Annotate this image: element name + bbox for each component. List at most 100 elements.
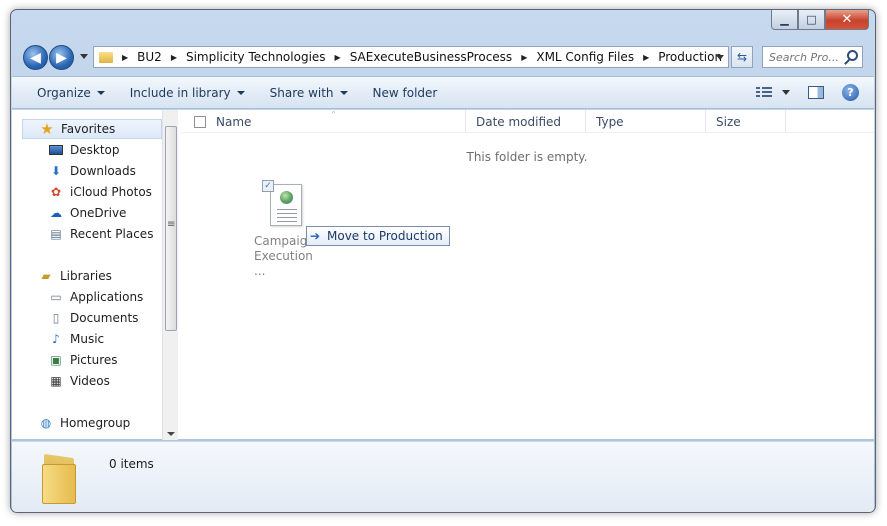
command-bar: Organize Include in library Share with N… [12, 76, 874, 109]
toolbar-right: ? [756, 77, 874, 108]
column-name[interactable]: Name ⌃ [180, 110, 466, 133]
select-all-checkbox[interactable] [194, 115, 206, 128]
crumb-root-arrow[interactable]: ▶ [119, 53, 137, 62]
view-options-dropdown[interactable] [782, 90, 790, 95]
file-name-line2: Execution ... [254, 249, 313, 278]
nav-label: Applications [70, 290, 144, 304]
refresh-button[interactable]: ⇆ [731, 46, 753, 68]
separator-icon: ▶ [334, 52, 341, 62]
nav-favorites[interactable]: ★ Favorites [22, 119, 162, 139]
crumb-label: XML Config Files [536, 50, 635, 64]
caption-buttons: ▁ □ ✕ [771, 10, 869, 30]
chevron-down-icon [96, 90, 105, 95]
minimize-button[interactable]: ▁ [771, 10, 798, 30]
nav-music[interactable]: ♪ Music [48, 329, 178, 349]
share-with-menu[interactable]: Share with [270, 86, 348, 100]
crumb-label: Simplicity Technologies [185, 50, 326, 64]
close-button[interactable]: ✕ [825, 10, 869, 30]
nav-scrollbar[interactable] [162, 110, 178, 440]
crumb-saexecute[interactable]: SAExecuteBusinessProcess ▶ [350, 50, 537, 64]
crumb-simplicity[interactable]: Simplicity Technologies ▶ [186, 50, 350, 64]
applications-icon: ▭ [50, 290, 62, 304]
documents-icon: ▯ [52, 311, 60, 325]
libraries-icon: ▰ [41, 269, 51, 283]
include-in-library-menu[interactable]: Include in library [130, 86, 245, 100]
address-dropdown[interactable] [716, 55, 724, 60]
separator-icon: ▶ [521, 52, 528, 62]
nav-label: Downloads [70, 164, 136, 178]
column-size-label: Size [716, 114, 741, 129]
nav-label: Pictures [70, 353, 118, 367]
chevron-down-icon [339, 90, 348, 95]
xml-document-icon [270, 184, 302, 226]
change-view-icon[interactable] [756, 86, 772, 99]
folder-icon [40, 450, 90, 506]
search-icon[interactable] [847, 50, 858, 61]
column-type[interactable]: Type [586, 110, 706, 133]
item-checkbox: ✓ [262, 180, 274, 192]
column-size[interactable]: Size [706, 110, 786, 133]
nav-documents[interactable]: ▯ Documents [48, 308, 178, 328]
crumb-xml-config[interactable]: XML Config Files ▶ [536, 50, 658, 64]
nav-homegroup[interactable]: ◍ Homegroup [38, 413, 178, 433]
desktop-icon [48, 142, 64, 158]
folder-icon [99, 51, 113, 63]
nav-onedrive[interactable]: ☁ OneDrive [48, 203, 178, 223]
nav-label: Homegroup [60, 416, 131, 430]
address-bar[interactable]: ▶ BU2 ▶ Simplicity Technologies ▶ SAExecut… [93, 46, 729, 68]
separator-icon: ▶ [643, 52, 650, 62]
share-with-label: Share with [269, 85, 334, 100]
file-list[interactable]: Name ⌃ Date modified Type Size This fold… [180, 110, 874, 440]
search-box[interactable] [762, 46, 863, 68]
crumb-production[interactable]: Production [658, 50, 722, 64]
nav-videos[interactable]: ▦ Videos [48, 371, 178, 391]
dragged-file[interactable]: ✓ Campaign Execution ... [254, 180, 324, 278]
nav-recent-places[interactable]: ▤ Recent Places [48, 224, 178, 244]
drop-tooltip-text: Move to Production [327, 229, 443, 243]
content-area: ★ Favorites Desktop ⬇ Downloads ✿ iCloud… [12, 110, 874, 440]
sort-ascending-icon: ⌃ [330, 110, 337, 119]
icloud-photos-icon: ✿ [50, 185, 62, 199]
refresh-icon: ⇆ [736, 50, 748, 64]
videos-icon: ▦ [50, 374, 62, 388]
nav-downloads[interactable]: ⬇ Downloads [48, 161, 178, 181]
empty-folder-message: This folder is empty. [466, 150, 588, 164]
help-icon[interactable]: ? [842, 84, 859, 101]
column-headers: Name ⌃ Date modified Type Size [180, 110, 874, 133]
nav-applications[interactable]: ▭ Applications [48, 287, 178, 307]
nav-desktop[interactable]: Desktop [48, 140, 178, 160]
nav-label: iCloud Photos [70, 185, 152, 199]
organize-menu[interactable]: Organize [37, 86, 105, 100]
music-icon: ♪ [52, 332, 60, 346]
item-count: 0 items [109, 457, 154, 471]
back-button[interactable]: ◀ [23, 45, 48, 70]
new-folder-button[interactable]: New folder [373, 86, 438, 100]
recent-pages-dropdown[interactable] [80, 54, 88, 59]
nav-label: OneDrive [70, 206, 127, 220]
forward-button[interactable]: ▶ [49, 45, 74, 70]
nav-label: Recent Places [70, 227, 154, 241]
address-row: ◀ ▶ ▶ BU2 ▶ Simplicity Technologies ▶ SAEx… [11, 43, 875, 71]
crumb-label: Production [658, 50, 723, 64]
forward-arrow-icon: ▶ [56, 49, 67, 66]
star-icon: ★ [40, 120, 54, 138]
downloads-icon: ⬇ [50, 164, 62, 178]
nav-libraries[interactable]: ▰ Libraries [38, 266, 178, 286]
nav-label: Documents [70, 311, 139, 325]
maximize-button[interactable]: □ [798, 10, 825, 30]
nav-label: Desktop [70, 143, 120, 157]
crumb-bu2[interactable]: BU2 ▶ [137, 50, 186, 64]
column-date-modified[interactable]: Date modified [466, 110, 586, 133]
chevron-down-icon [236, 90, 245, 95]
column-name-label: Name [216, 114, 252, 129]
navigation-pane: ★ Favorites Desktop ⬇ Downloads ✿ iCloud… [12, 110, 178, 440]
nav-pictures[interactable]: ▣ Pictures [48, 350, 178, 370]
preview-pane-icon[interactable] [808, 86, 824, 99]
recent-places-icon: ▤ [50, 227, 62, 241]
scroll-down-arrow-icon[interactable] [167, 432, 175, 436]
scrollbar-thumb[interactable] [165, 126, 177, 331]
nav-icloud-photos[interactable]: ✿ iCloud Photos [48, 182, 178, 202]
nav-label: Libraries [60, 269, 112, 283]
search-input[interactable] [769, 50, 841, 64]
back-arrow-icon: ◀ [30, 49, 41, 66]
